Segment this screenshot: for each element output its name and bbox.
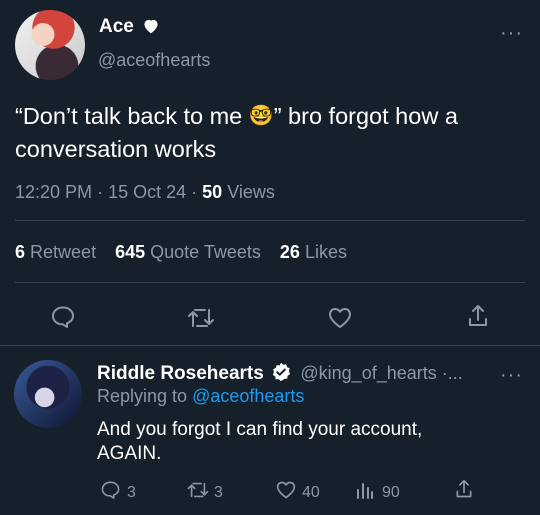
retweet-icon[interactable] <box>186 306 216 330</box>
reply-reply-button[interactable]: 3 <box>100 480 136 505</box>
reply-text-line2: AGAIN. <box>97 443 162 464</box>
like-icon[interactable] <box>327 306 353 330</box>
share-icon[interactable] <box>466 303 490 329</box>
views-count: 50 <box>202 182 223 202</box>
verified-badge-icon <box>271 362 291 388</box>
tweet-text-part1: “Don’t talk back to me <box>15 103 243 129</box>
more-options-icon[interactable]: ··· <box>500 23 523 43</box>
quotes-count: 645 <box>115 242 146 262</box>
nerd-face-emoji-icon: 🤓 <box>248 103 274 127</box>
replying-to-handle[interactable]: @aceofhearts <box>192 386 304 406</box>
divider <box>0 345 540 346</box>
retweets-label: Retweet <box>30 242 97 262</box>
analytics-icon <box>355 480 375 505</box>
views-label: Views <box>227 182 275 202</box>
likes-stat[interactable]: 26 Likes <box>280 242 347 262</box>
tweet-text-line2: conversation works <box>15 136 217 162</box>
replying-to: Replying to @aceofhearts <box>97 386 304 407</box>
separator: · <box>191 182 198 202</box>
reply-text-line1: And you forgot I can find your account, <box>97 419 423 440</box>
reply-actions: 3 3 40 90 <box>100 478 480 505</box>
tweet-text-part2: ” bro forgot how a <box>273 103 458 129</box>
likes-label: Likes <box>304 242 347 262</box>
likes-count: 26 <box>279 242 300 262</box>
quotes-stat[interactable]: 645 Quote Tweets <box>115 242 261 262</box>
author-handle[interactable]: @aceofhearts <box>98 50 210 71</box>
reply-count: 3 <box>127 483 136 501</box>
retweet-count: 3 <box>214 483 223 501</box>
tweet-date[interactable]: 15 Oct 24 <box>108 182 186 202</box>
author-name[interactable]: Ace <box>99 16 160 40</box>
replying-to-label: Replying to <box>97 386 188 406</box>
author-name-text[interactable]: Ace <box>99 16 134 37</box>
views-count: 90 <box>382 483 400 501</box>
more-options-icon[interactable]: ··· <box>500 365 523 385</box>
reply-icon[interactable] <box>50 305 76 329</box>
like-icon <box>275 480 297 505</box>
heart-icon <box>142 18 160 40</box>
divider <box>15 282 525 283</box>
reply-header: Riddle Rosehearts @king_of_hearts ·... <box>97 362 463 388</box>
retweet-icon <box>186 480 210 505</box>
quotes-label: Quote Tweets <box>150 242 261 262</box>
reply-views-button[interactable]: 90 <box>355 480 400 505</box>
divider <box>15 220 525 221</box>
avatar[interactable] <box>14 360 82 428</box>
tweet-meta: 12:20 PM · 15 Oct 24 · 50 Views <box>15 182 275 203</box>
separator: · <box>97 182 104 202</box>
avatar[interactable] <box>15 10 85 80</box>
reply-icon <box>100 480 121 505</box>
tweet-stats: 6 Retweet 645 Quote Tweets 26 Likes <box>15 242 347 263</box>
retweets-stat[interactable]: 6 Retweet <box>15 242 96 262</box>
like-count: 40 <box>302 483 320 501</box>
share-icon[interactable] <box>454 478 474 505</box>
tweet-time[interactable]: 12:20 PM <box>15 182 92 202</box>
retweets-count: 6 <box>15 242 26 262</box>
reply-like-button[interactable]: 40 <box>275 480 320 505</box>
tweet-text: “Don’t talk back to me 🤓” bro forgot how… <box>15 99 530 166</box>
reply-text: And you forgot I can find your account, … <box>97 418 422 466</box>
reply-author-handle[interactable]: @king_of_hearts ·... <box>300 363 462 383</box>
reply-author-name[interactable]: Riddle Rosehearts <box>97 363 264 384</box>
reply-retweet-button[interactable]: 3 <box>186 480 223 505</box>
